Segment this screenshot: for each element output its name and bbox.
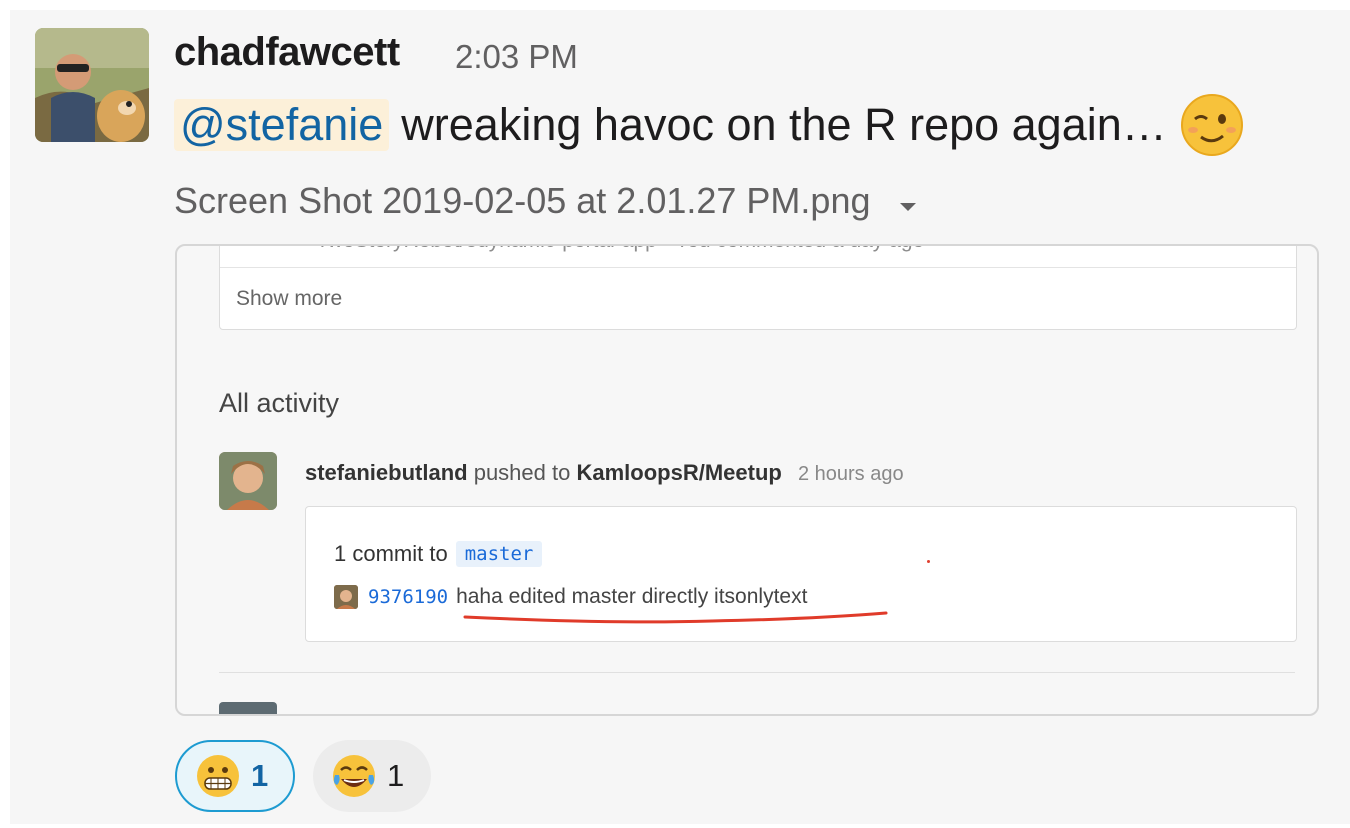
next-activity-avatar xyxy=(219,702,277,714)
cut-off-text: TwoStoryRobot/edynamic-portal-app · You … xyxy=(316,246,924,253)
commit-summary: 1 commit to master xyxy=(334,541,543,567)
caret-down-icon[interactable] xyxy=(898,180,918,222)
commit-sha: 9376190 xyxy=(368,586,449,608)
activity-description: stefaniebutland pushed to KamloopsR/Meet… xyxy=(305,460,904,486)
reaction-count: 1 xyxy=(387,758,405,793)
message-timestamp[interactable]: 2:03 PM xyxy=(455,38,578,76)
commit-summary-prefix: 1 commit to xyxy=(334,541,448,566)
attachment-filename[interactable]: Screen Shot 2019-02-05 at 2.01.27 PM.png xyxy=(174,180,918,222)
reaction-count: 1 xyxy=(251,758,269,793)
activity-action: pushed to xyxy=(473,460,571,485)
red-underline-annotation xyxy=(463,611,888,624)
author-avatar[interactable] xyxy=(35,28,149,142)
message-body: wreaking havoc on the R repo again… xyxy=(401,99,1167,150)
activity-repo: KamloopsR/Meetup xyxy=(576,460,782,485)
section-title: All activity xyxy=(219,388,340,418)
attachment-preview[interactable]: TwoStoryRobot/edynamic-portal-app · You … xyxy=(175,244,1319,716)
activity-user: stefaniebutland xyxy=(305,460,468,485)
joy-emoji-icon xyxy=(331,753,377,799)
divider xyxy=(219,672,1295,673)
user-mention[interactable]: @stefanie xyxy=(174,99,390,151)
commit-message: haha edited master directly itsonlytext xyxy=(456,585,808,608)
show-more-link: Show more xyxy=(236,287,343,310)
wink-emoji-icon xyxy=(1179,92,1245,158)
reaction-grimacing[interactable]: 1 xyxy=(175,740,295,812)
annotation-dot xyxy=(927,560,930,563)
previous-card: TwoStoryRobot/edynamic-portal-app · You … xyxy=(219,246,1297,330)
commit-author-avatar xyxy=(334,585,358,609)
grimacing-emoji-icon xyxy=(195,753,241,799)
message-author[interactable]: chadfawcett xyxy=(174,30,400,75)
commit-row: 9376190 haha edited master directly itso… xyxy=(334,585,807,609)
divider xyxy=(220,267,1296,268)
commit-card: 1 commit to master 9376190 haha edited m… xyxy=(305,506,1297,642)
activity-user-avatar xyxy=(219,452,277,510)
message-text: @stefanie wreaking havoc on the R repo a… xyxy=(174,92,1245,158)
reaction-bar: 1 1 xyxy=(175,740,431,812)
activity-time: 2 hours ago xyxy=(797,463,904,485)
attachment-filename-text: Screen Shot 2019-02-05 at 2.01.27 PM.png xyxy=(174,180,871,221)
branch-badge: master xyxy=(455,541,543,567)
reaction-joy[interactable]: 1 xyxy=(313,740,431,812)
